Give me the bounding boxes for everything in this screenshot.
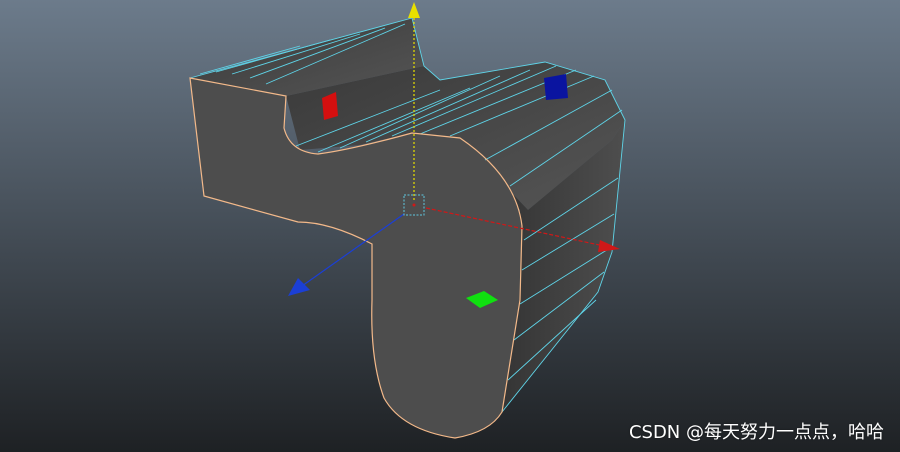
manipulator-pivot-dot [412, 203, 416, 207]
blue-handle[interactable] [544, 74, 568, 100]
viewport-canvas[interactable] [0, 0, 900, 452]
maya-viewport[interactable]: CSDN @每天努力一点点，哈哈 [0, 0, 900, 452]
watermark-text: CSDN @每天努力一点点，哈哈 [628, 422, 884, 443]
